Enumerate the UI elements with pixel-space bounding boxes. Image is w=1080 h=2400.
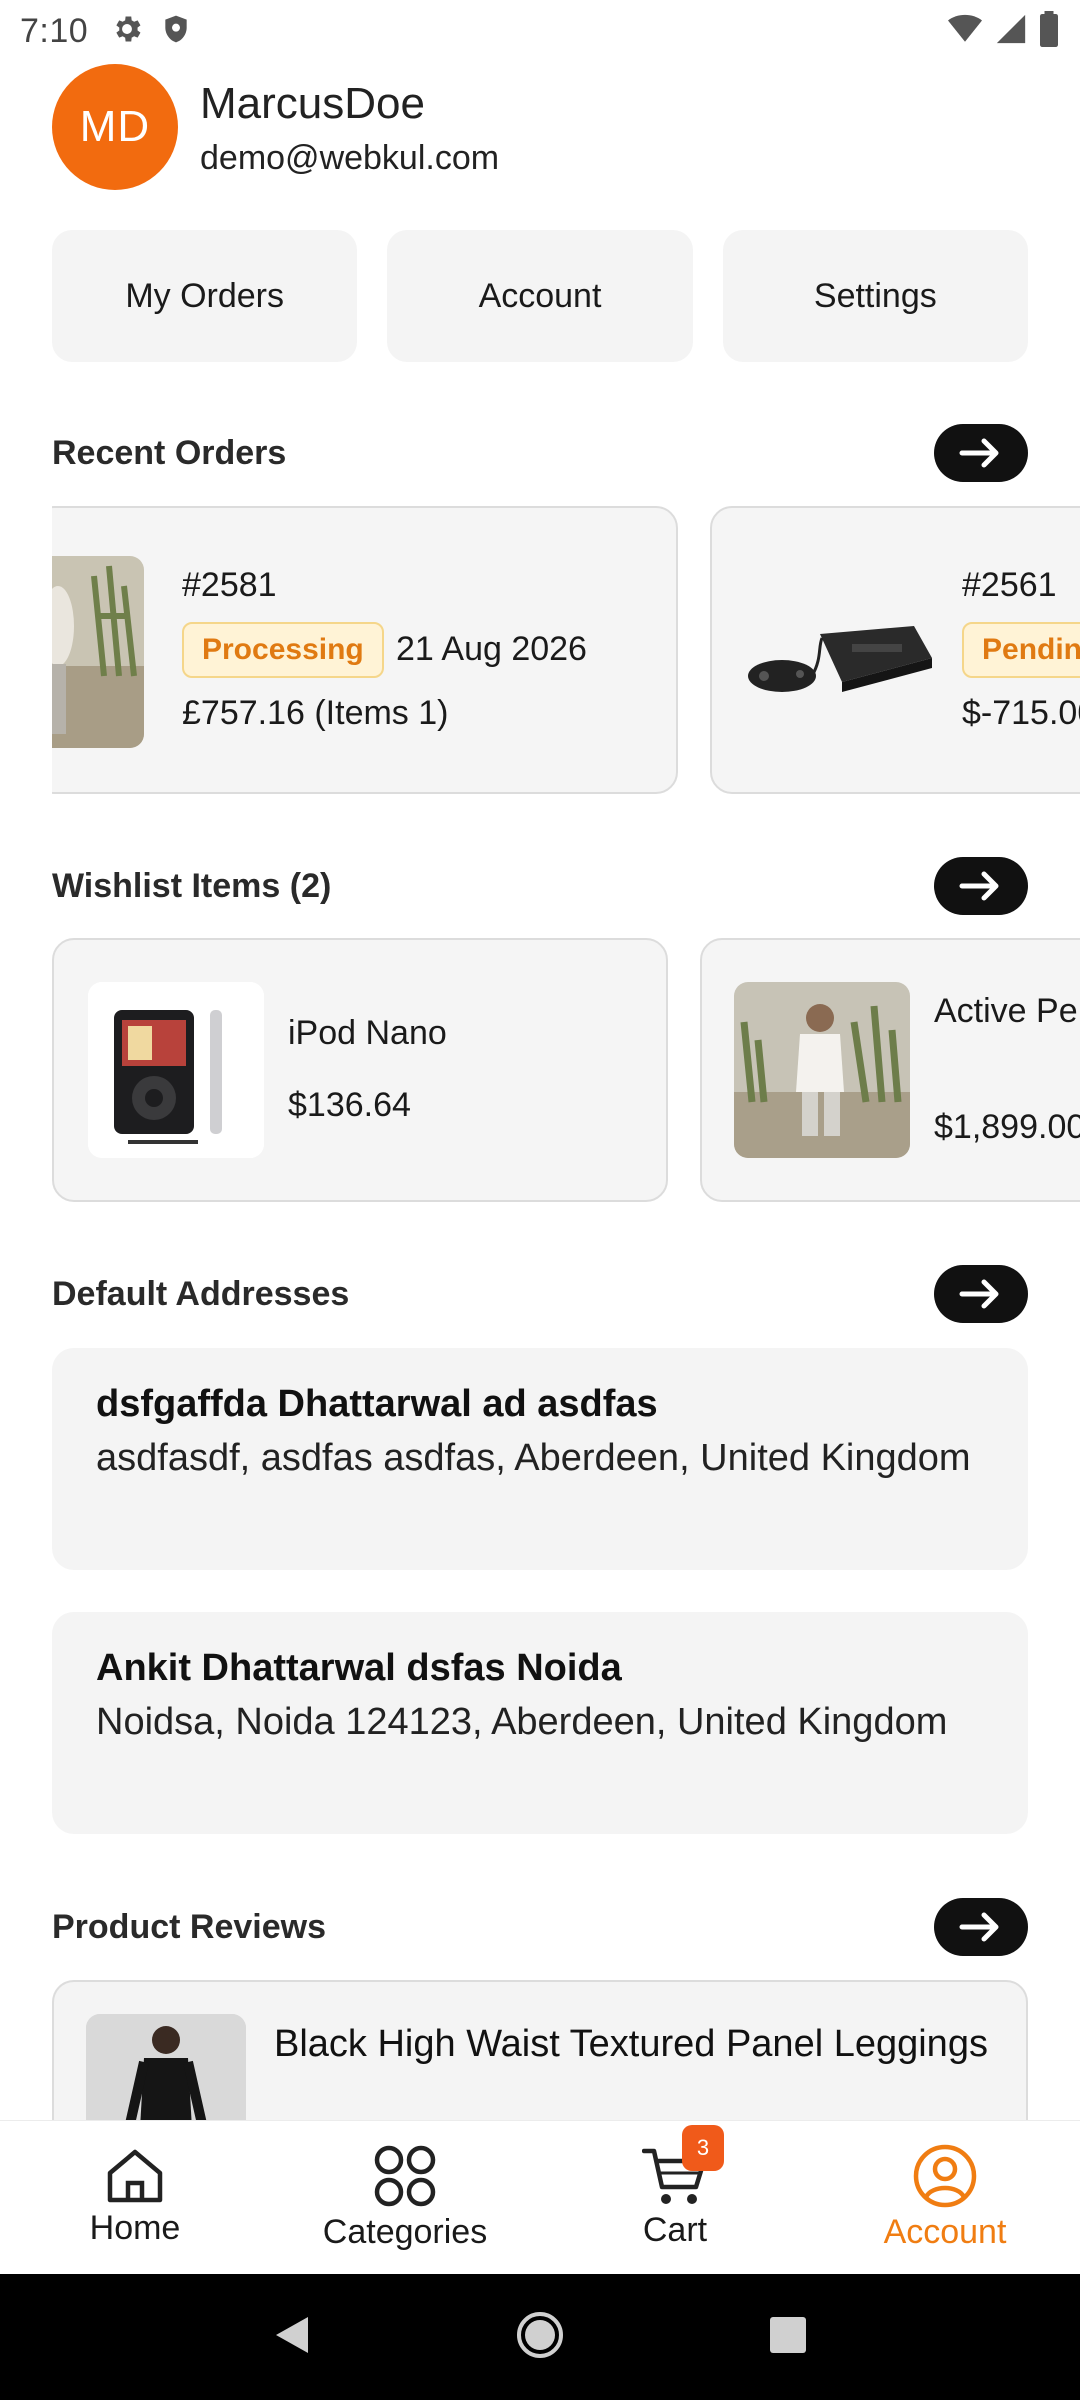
recent-orders-list[interactable]: #2581 Processing 21 Aug 2026 £757.16 (It… <box>52 506 1080 796</box>
review-product-image <box>86 2014 246 2120</box>
nav-label: Account <box>883 2213 1007 2251</box>
status-bar: 7:10 <box>0 0 1080 62</box>
address-line: Noidsa, Noida 124123, Aberdeen, United K… <box>96 1701 948 1743</box>
addresses-view-all-button[interactable] <box>934 1265 1028 1323</box>
nav-label: Categories <box>322 2213 488 2251</box>
battery-icon <box>1038 10 1060 52</box>
address-line: asdfasdf, asdfas asdfas, Aberdeen, Unite… <box>96 1437 971 1479</box>
recents-square-icon[interactable] <box>766 2313 810 2362</box>
account-user-icon <box>913 2144 977 2208</box>
section-title: Product Reviews <box>52 1907 326 1946</box>
wishlist-item-name: iPod Nano <box>288 1014 447 1052</box>
profile-name: MarcusDoe <box>200 78 425 128</box>
nav-categories[interactable]: Categories <box>270 2121 540 2274</box>
categories-grid-icon <box>374 2145 436 2207</box>
home-circle-icon[interactable] <box>515 2310 565 2365</box>
signal-icon <box>994 12 1028 51</box>
section-title: Default Addresses <box>52 1274 350 1313</box>
address-card[interactable]: Ankit Dhattarwal dsfas Noida Noidsa, Noi… <box>52 1612 1028 1834</box>
settings-gear-icon <box>110 12 144 51</box>
settings-button[interactable]: Settings <box>722 230 1028 362</box>
status-time: 7:10 <box>20 11 89 50</box>
reviews-view-all-button[interactable] <box>934 1898 1028 1956</box>
nav-label: Home <box>89 2209 181 2247</box>
nav-home[interactable]: Home <box>0 2121 270 2274</box>
order-status-badge: Processing <box>182 622 384 678</box>
addresses-header: Default Addresses <box>52 1263 1028 1325</box>
wishlist-item-price: $136.64 <box>288 1086 411 1124</box>
profile-email: demo@webkul.com <box>200 138 500 177</box>
avatar[interactable]: MD <box>52 64 178 190</box>
review-product-title: Black High Waist Textured Panel Leggings <box>274 2023 988 2065</box>
nav-cart[interactable]: 3 Cart <box>540 2121 810 2274</box>
wishlist-card[interactable]: Active Pe... Capri $1,899.00 <box>700 938 1080 1202</box>
address-card[interactable]: dsfgaffda Dhattarwal ad asdfas asdfasdf,… <box>52 1348 1028 1570</box>
wishlist-view-all-button[interactable] <box>934 857 1028 915</box>
section-title: Wishlist Items (2) <box>52 866 332 905</box>
order-total: $-715.00 <box>962 694 1080 732</box>
cart-count-badge: 3 <box>682 2125 724 2171</box>
order-card[interactable]: #2561 Pending $-715.00 <box>710 506 1080 794</box>
account-button[interactable]: Account <box>387 230 693 362</box>
wishlist-product-image <box>88 982 264 1158</box>
recent-orders-view-all-button[interactable] <box>934 424 1028 482</box>
address-name: Ankit Dhattarwal dsfas Noida <box>96 1647 622 1689</box>
review-card[interactable]: Black High Waist Textured Panel Leggings <box>52 1980 1028 2120</box>
shield-icon <box>160 12 192 51</box>
bottom-navigation: Home Categories 3 Cart Account <box>0 2120 1080 2274</box>
back-icon[interactable] <box>270 2313 314 2362</box>
my-orders-button[interactable]: My Orders <box>52 230 358 362</box>
home-icon <box>107 2149 163 2203</box>
section-title: Recent Orders <box>52 433 287 472</box>
quick-links: My Orders Account Settings <box>52 230 1028 362</box>
wishlist-list[interactable]: iPod Nano $136.64 Active Pe... Capri $1,… <box>52 938 1080 1204</box>
arrow-right-icon <box>959 871 999 901</box>
order-card[interactable]: #2581 Processing 21 Aug 2026 £757.16 (It… <box>52 506 678 794</box>
address-name: dsfgaffda Dhattarwal ad asdfas <box>96 1383 658 1425</box>
reviews-header: Product Reviews <box>52 1896 1028 1958</box>
order-number: #2581 <box>182 566 277 604</box>
profile-header: MD MarcusDoe demo@webkul.com <box>52 62 499 192</box>
nav-account[interactable]: Account <box>810 2121 1080 2274</box>
order-product-image <box>742 588 938 718</box>
wifi-icon <box>946 12 984 51</box>
order-product-image <box>52 556 144 748</box>
order-total: £757.16 (Items 1) <box>182 694 449 732</box>
system-navigation-bar <box>0 2274 1080 2400</box>
arrow-right-icon <box>959 438 999 468</box>
wishlist-card[interactable]: iPod Nano $136.64 <box>52 938 668 1202</box>
wishlist-item-price: $1,899.00 <box>934 1108 1080 1146</box>
wishlist-header: Wishlist Items (2) <box>52 855 1028 917</box>
order-status-badge: Pending <box>962 622 1080 678</box>
arrow-right-icon <box>959 1279 999 1309</box>
arrow-right-icon <box>959 1912 999 1942</box>
wishlist-item-name: Active Pe... Capri <box>934 992 1080 1030</box>
order-number: #2561 <box>962 566 1057 604</box>
wishlist-product-image <box>734 982 910 1158</box>
order-date: 21 Aug 2026 <box>396 630 587 668</box>
recent-orders-header: Recent Orders <box>52 422 1028 484</box>
nav-label: Cart <box>642 2211 708 2249</box>
